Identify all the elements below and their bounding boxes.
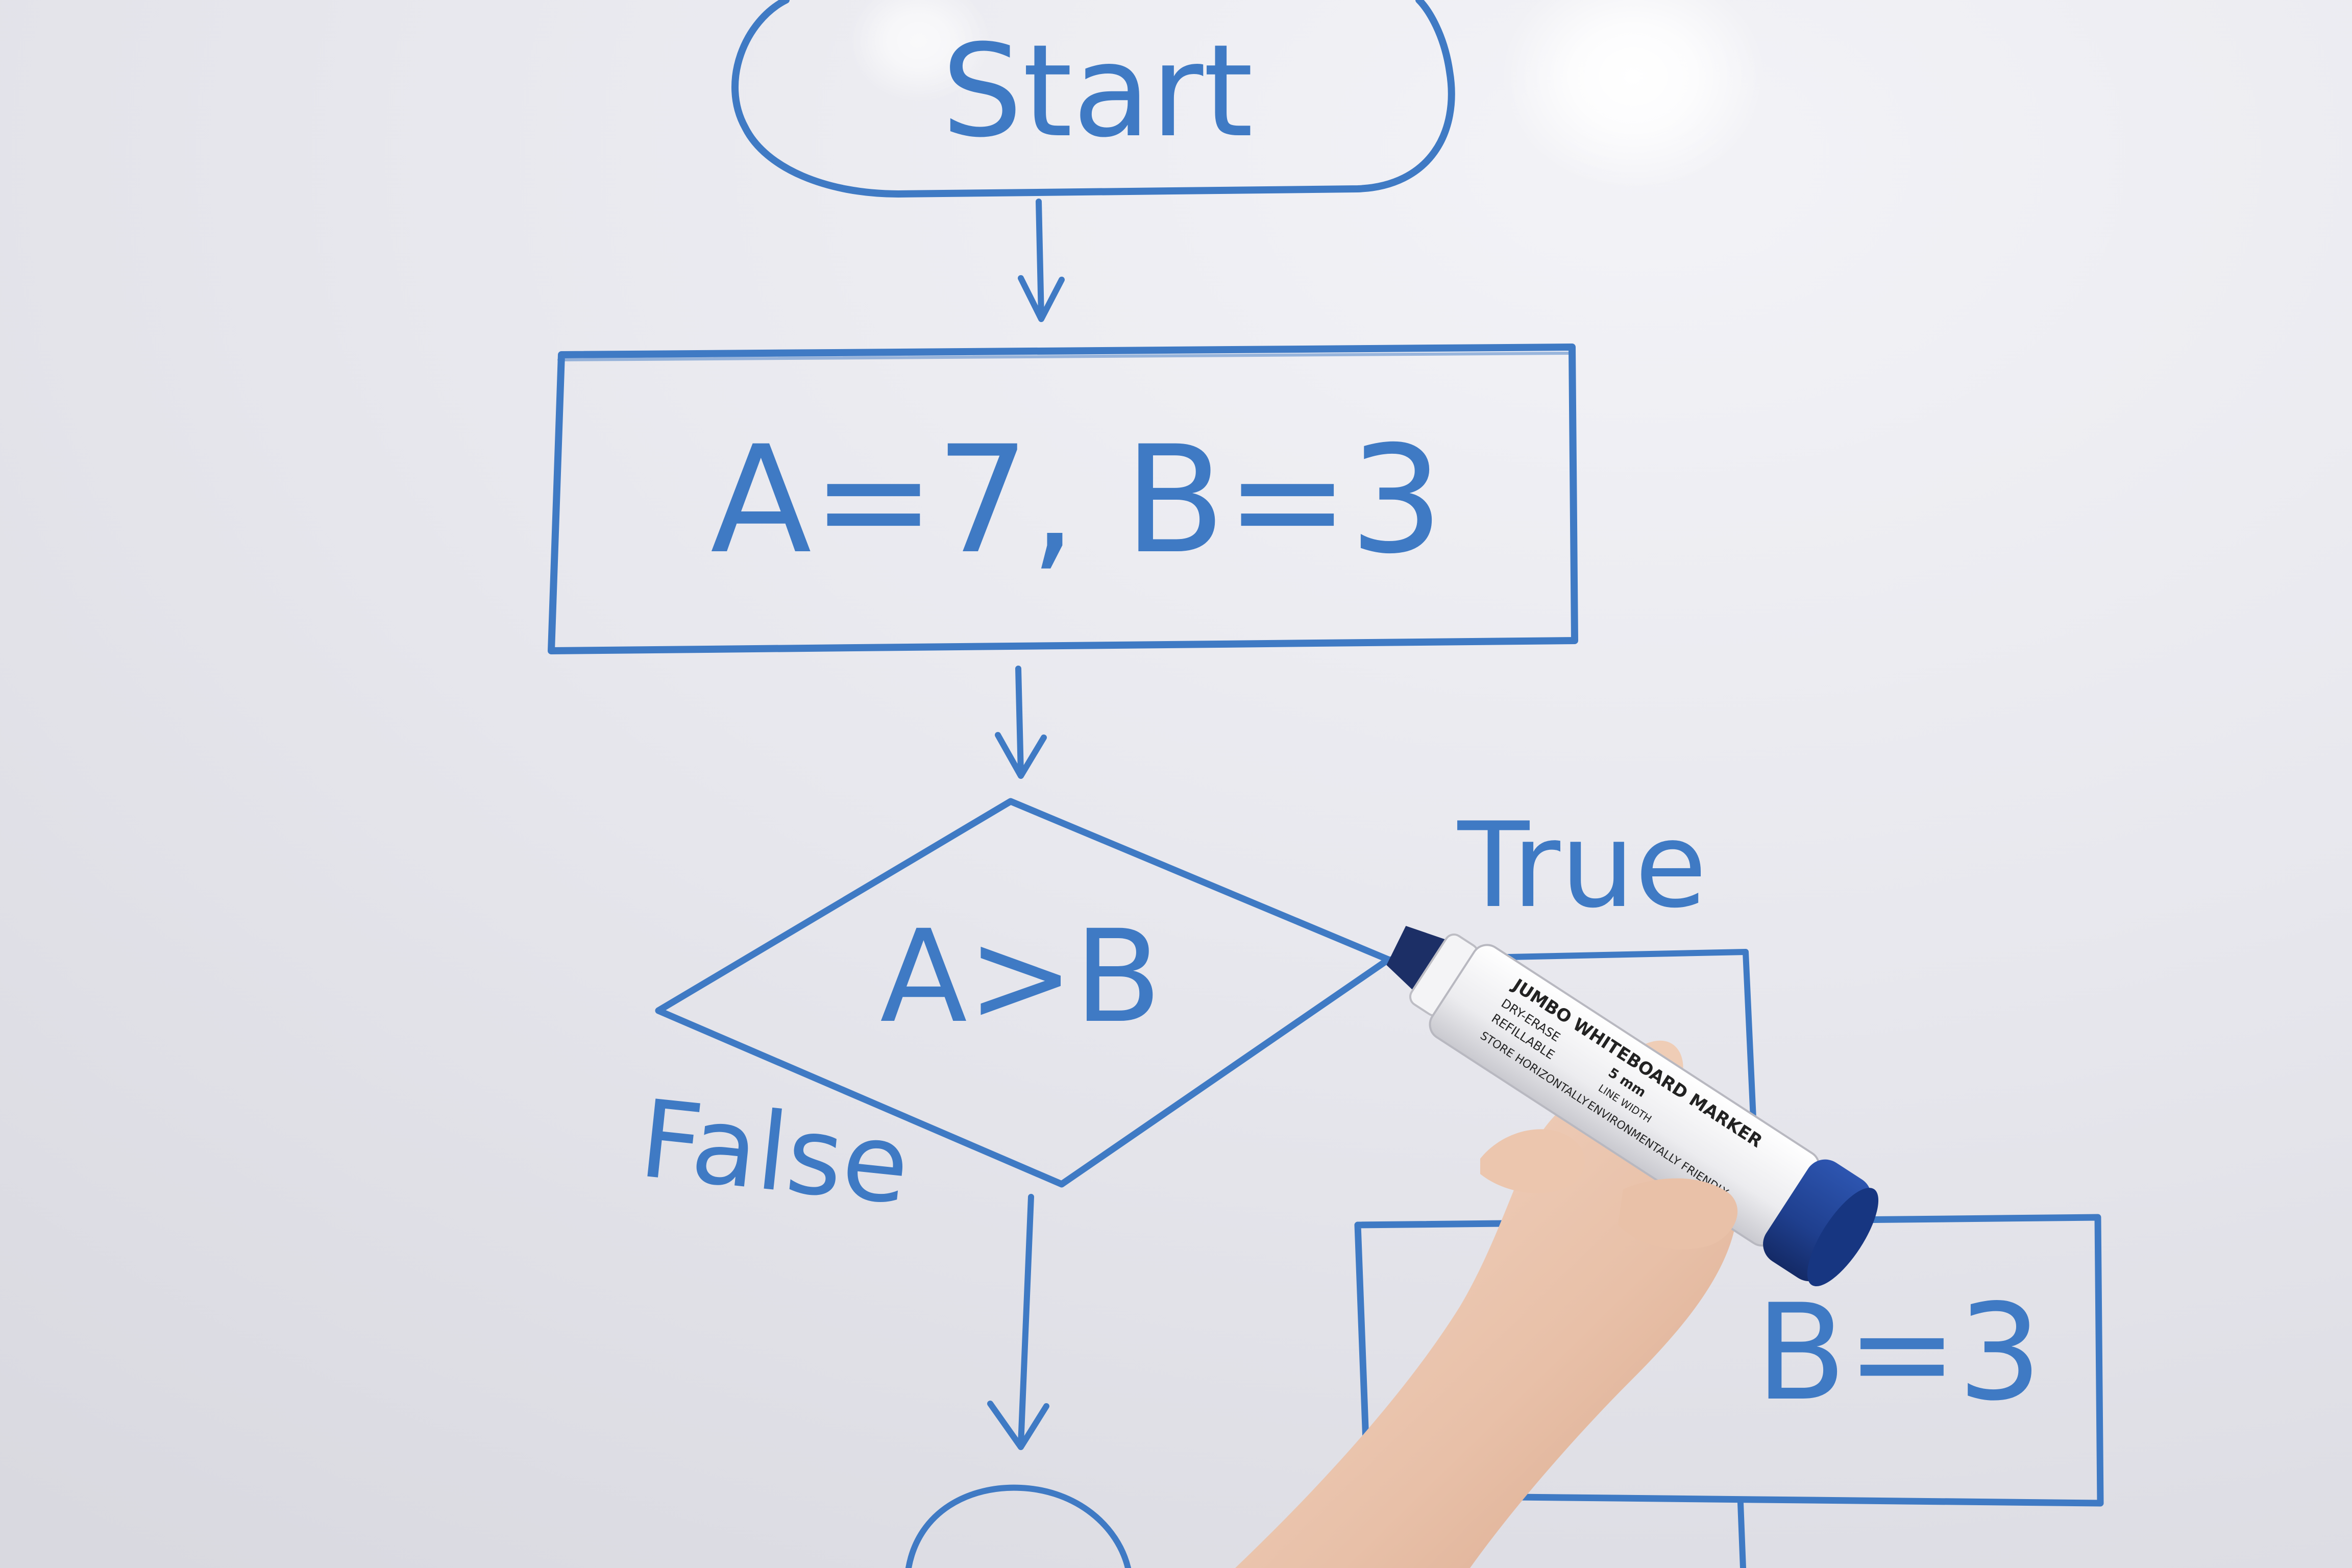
true-label: True — [1457, 798, 1707, 934]
start-label: Start — [942, 17, 1254, 165]
assign-label: A=7, B=3 — [710, 414, 1444, 586]
decision-label: A>B — [880, 902, 1162, 1051]
flow-arrow — [1015, 666, 1024, 776]
true-box-label: B=3 — [1755, 1276, 2042, 1430]
whiteboard-photo: Start A=7, B=3 A>B True False B=3 JUMBO … — [0, 0, 2352, 1568]
flow-arrow — [1036, 199, 1044, 320]
